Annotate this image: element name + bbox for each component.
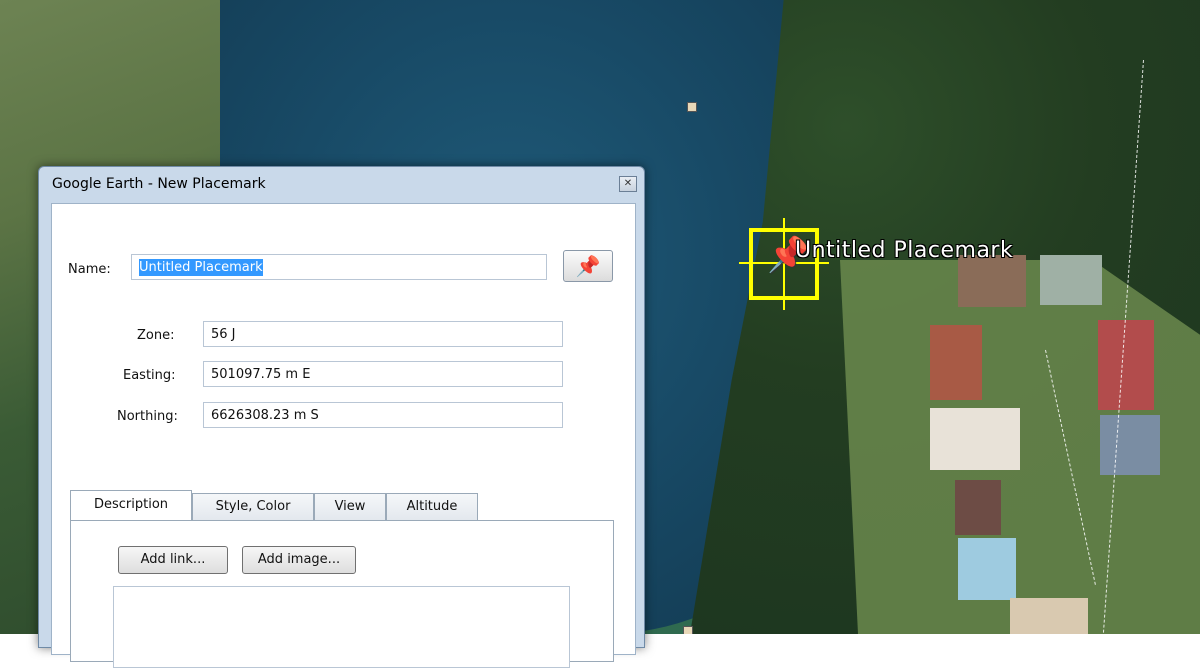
add-image-button[interactable]: Add image... (242, 546, 356, 574)
tab-style-color[interactable]: Style, Color (192, 493, 314, 521)
name-label: Name: (68, 262, 111, 277)
northing-label: Northing: (117, 409, 178, 424)
dialog-titlebar[interactable]: Google Earth - New Placemark ✕ (39, 167, 644, 201)
zone-field[interactable]: 56 J (203, 321, 563, 347)
map-buoy-marker (683, 626, 693, 634)
map-house (1100, 415, 1160, 475)
map-house (930, 408, 1020, 470)
map-buoy-marker (687, 102, 697, 112)
zone-label: Zone: (137, 328, 175, 343)
dialog-title: Google Earth - New Placemark (52, 176, 266, 192)
name-input-selected-text: Untitled Placemark (139, 259, 263, 276)
map-house (1040, 255, 1102, 305)
name-input[interactable]: Untitled Placemark (131, 254, 547, 280)
add-link-button[interactable]: Add link... (118, 546, 228, 574)
placemark-icon-button[interactable]: 📌 (563, 250, 613, 282)
tab-description[interactable]: Description (70, 490, 192, 521)
yellow-pushpin-icon: 📌 (575, 254, 601, 278)
northing-field[interactable]: 6626308.23 m S (203, 402, 563, 428)
placemark-map-label: Untitled Placemark (795, 238, 1014, 263)
map-house (930, 325, 982, 400)
map-house (955, 480, 1001, 535)
dialog-body: Name: Untitled Placemark 📌 Zone: 56 J Ea… (51, 203, 636, 668)
description-textarea[interactable] (113, 586, 570, 668)
tab-altitude[interactable]: Altitude (386, 493, 478, 521)
new-placemark-dialog: Google Earth - New Placemark ✕ Name: Unt… (38, 166, 645, 668)
easting-label: Easting: (123, 368, 176, 383)
easting-field[interactable]: 501097.75 m E (203, 361, 563, 387)
map-house (958, 538, 1016, 600)
map-house (1098, 320, 1154, 410)
map-house (1010, 598, 1088, 634)
tab-view[interactable]: View (314, 493, 386, 521)
close-icon[interactable]: ✕ (619, 176, 637, 192)
